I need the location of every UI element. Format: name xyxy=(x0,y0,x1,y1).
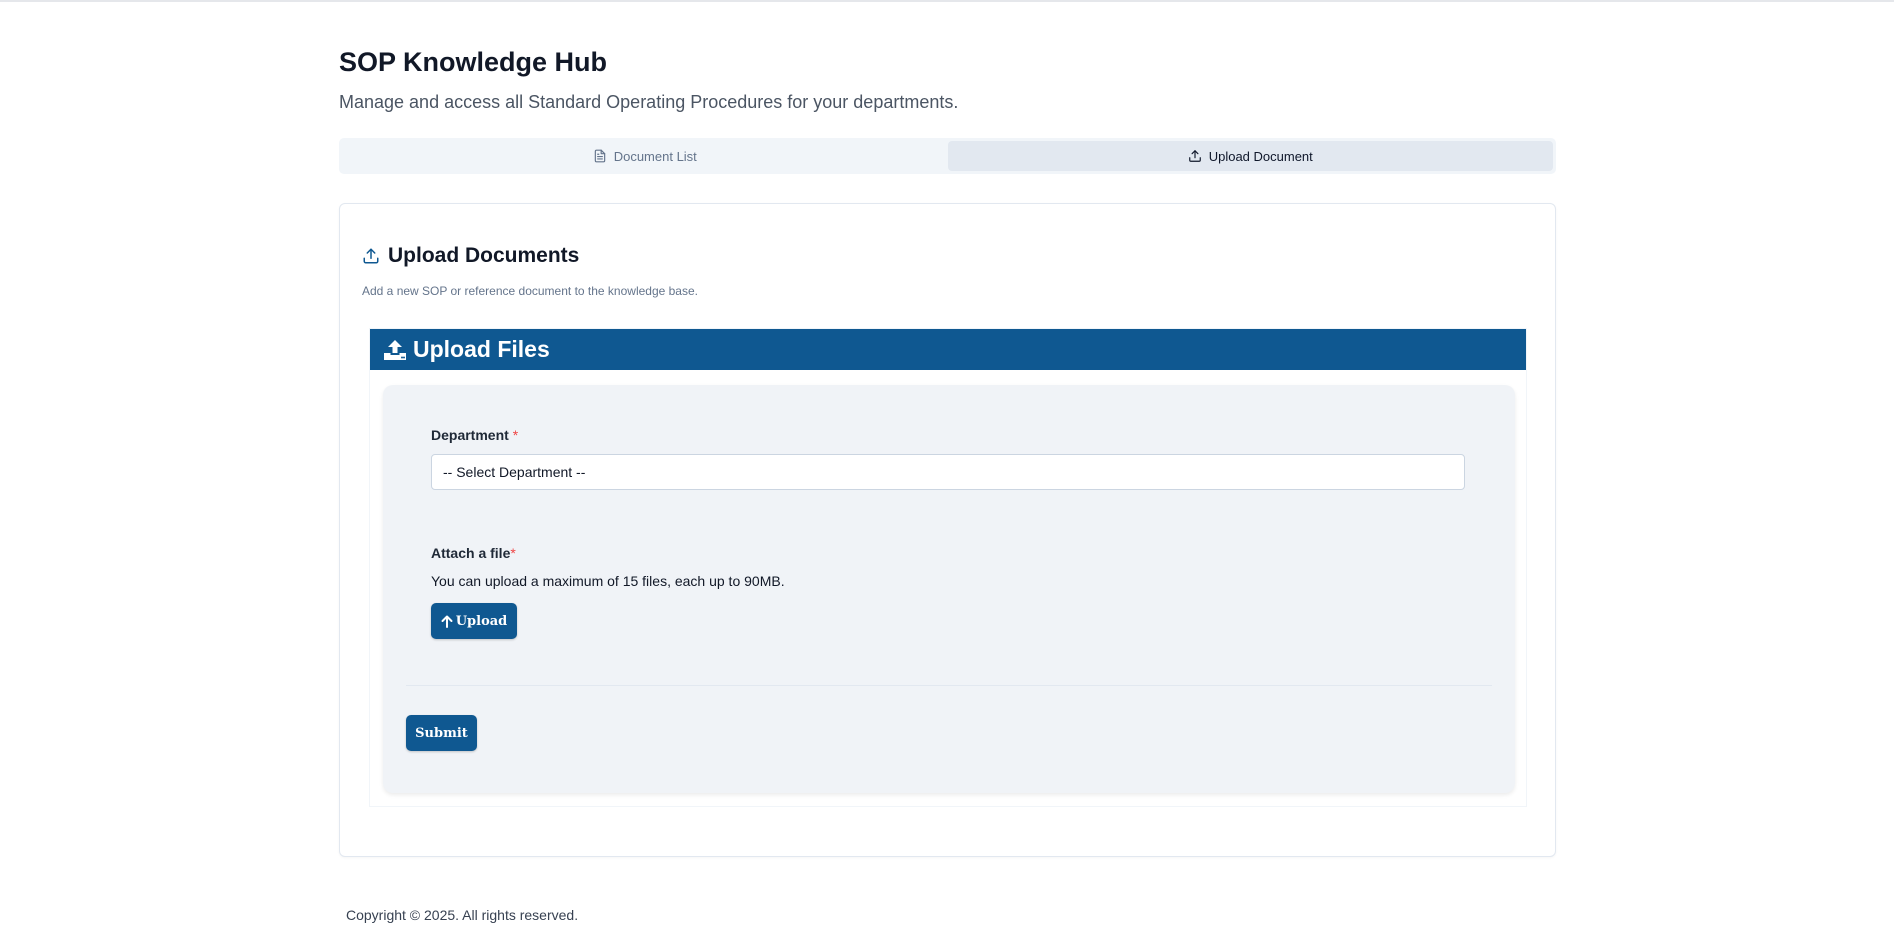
tab-bar: Document List Upload Document xyxy=(339,138,1556,174)
footer-copyright: Copyright © 2025. All rights reserved. xyxy=(346,907,579,923)
upload-button[interactable]: Upload xyxy=(431,603,517,639)
department-select[interactable]: -- Select Department -- xyxy=(431,454,1465,490)
panel-header-text: Upload Files xyxy=(413,336,550,362)
upload-tray-icon xyxy=(384,339,406,360)
tab-document-list[interactable]: Document List xyxy=(342,141,948,171)
divider xyxy=(406,685,1492,686)
upload-button-label: Upload xyxy=(455,613,508,629)
department-label-text: Department xyxy=(431,427,509,443)
attach-file-label: Attach a file* xyxy=(431,545,516,561)
upload-icon xyxy=(1188,150,1201,162)
card-title: Upload Documents xyxy=(362,244,579,268)
required-marker: * xyxy=(512,427,519,443)
upload-panel: Upload Files Department * -- Select Depa… xyxy=(369,328,1527,807)
tab-upload-document[interactable]: Upload Document xyxy=(947,141,1553,171)
card-title-text: Upload Documents xyxy=(388,244,580,267)
page-title: SOP Knowledge Hub xyxy=(339,47,608,77)
upload-card: Upload Documents Add a new SOP or refere… xyxy=(339,203,1556,857)
card-description: Add a new SOP or reference document to t… xyxy=(362,284,698,298)
upload-icon xyxy=(363,248,379,264)
department-select-value: -- Select Department -- xyxy=(443,464,586,480)
department-label: Department * xyxy=(431,427,518,443)
submit-button-label: Submit xyxy=(415,725,468,741)
page-subtitle: Manage and access all Standard Operating… xyxy=(339,92,959,112)
attach-help-text: You can upload a maximum of 15 files, ea… xyxy=(431,573,785,589)
tab-label: Document List xyxy=(613,148,697,164)
arrow-up-icon xyxy=(441,615,453,628)
required-marker: * xyxy=(510,545,516,561)
attach-label-text: Attach a file xyxy=(431,545,511,561)
tab-label: Upload Document xyxy=(1208,148,1313,164)
upload-form: Department * -- Select Department -- Att… xyxy=(383,385,1515,793)
file-text-icon xyxy=(594,149,605,163)
submit-button[interactable]: Submit xyxy=(406,715,477,751)
panel-header: Upload Files xyxy=(370,329,1526,370)
